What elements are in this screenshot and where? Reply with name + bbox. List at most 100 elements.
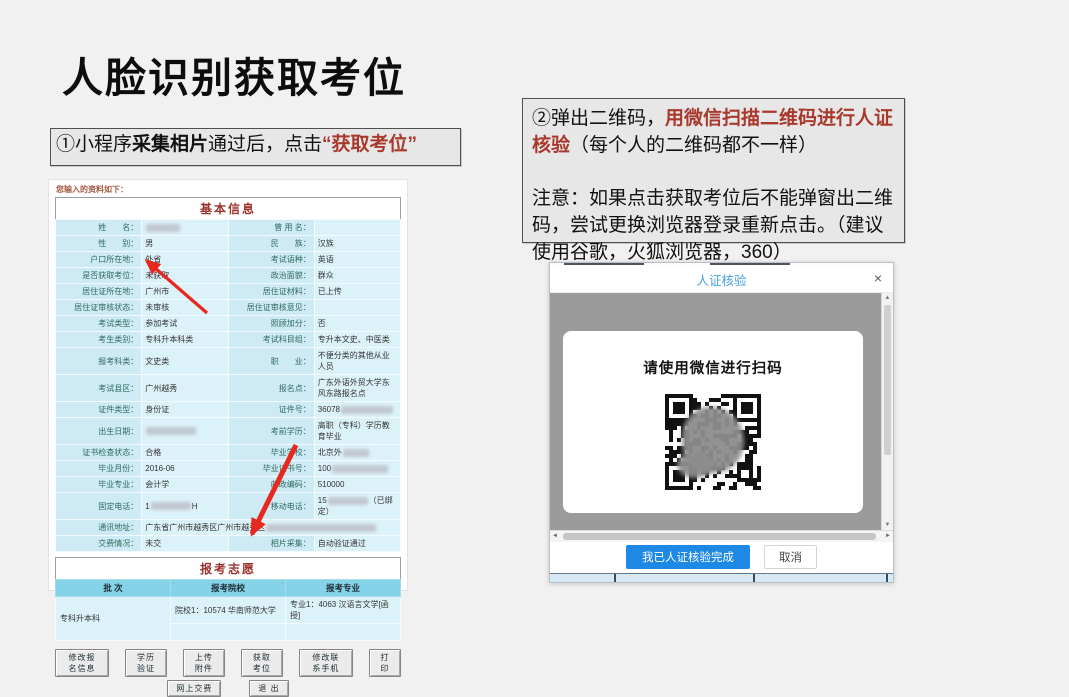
info-row: 居住证审核状态：未审核居住证审核意见： [56, 300, 401, 316]
field-value: 不便分类的其他从业人员 [314, 348, 400, 375]
online-payment-button[interactable]: 网上交费 [167, 680, 221, 697]
field-value [142, 220, 228, 236]
field-label: 考试类型： [56, 316, 142, 332]
exit-button[interactable]: 退 出 [249, 680, 288, 697]
field-value: 专升本文史、中医类 [314, 332, 400, 348]
field-label: 考试科目组： [228, 332, 314, 348]
field-label: 毕业月份： [56, 461, 142, 477]
field-value: 510000 [314, 477, 400, 493]
step1-text-2: 通过后，点击 [208, 134, 322, 155]
field-value: 广东外语外贸大学东风东路报名点 [314, 375, 400, 402]
horizontal-scrollbar[interactable]: ◄ ► [550, 530, 893, 542]
preferences-header-row: 批 次 报考院校 报考专业 [56, 580, 401, 597]
scroll-down-icon[interactable]: ▼ [882, 520, 893, 530]
field-label: 通讯地址： [56, 520, 142, 536]
field-value: 高职（专科）学历教育毕业 [314, 418, 400, 445]
step1-instruction: ①小程序采集相片通过后，点击“获取考位” [50, 128, 461, 166]
redacted-value [343, 449, 369, 457]
cancel-button[interactable]: 取消 [764, 545, 817, 569]
basic-info-title: 基本信息 [56, 198, 401, 220]
vertical-scroll-thumb[interactable] [884, 305, 891, 455]
field-label: 居住证审核状态： [56, 300, 142, 316]
field-label: 考试县区： [56, 375, 142, 402]
field-value: 外省 [142, 252, 228, 268]
column-header-batch: 批 次 [56, 580, 171, 597]
field-value: 否 [314, 316, 400, 332]
scroll-right-icon[interactable]: ► [885, 531, 891, 542]
field-value: 1H [142, 493, 228, 520]
field-value: 英语 [314, 252, 400, 268]
redacted-value [146, 427, 196, 435]
scroll-up-icon[interactable]: ▲ [882, 293, 893, 303]
field-value: 文史类 [142, 348, 228, 375]
field-value [142, 418, 228, 445]
step2-line: ②弹出二维码，用微信扫描二维码进行人证核验（每个人的二维码都不一样） [532, 106, 895, 160]
info-row: 出生日期：考前学历：高职（专科）学历教育毕业 [56, 418, 401, 445]
slide: 人脸识别获取考位 ①小程序采集相片通过后，点击“获取考位” ②弹出二维码，用微信… [0, 0, 1069, 593]
field-label: 证件号： [228, 402, 314, 418]
verification-complete-button[interactable]: 我已人证核验完成 [626, 545, 750, 569]
field-value: 群众 [314, 268, 400, 284]
field-value: 参加考试 [142, 316, 228, 332]
form-buttons-row1: 修改报名信息学历验证上传附件获取考位修改联系手机打 印 [55, 649, 401, 677]
redacted-value [332, 465, 388, 473]
field-label: 居住证材料： [228, 284, 314, 300]
field-value: 15（已绑定） [314, 493, 400, 520]
field-value: 自动验证通过 [314, 536, 400, 552]
degree-verify-button[interactable]: 学历验证 [125, 649, 167, 677]
horizontal-scroll-thumb[interactable] [563, 533, 876, 540]
info-row: 固定电话：1H移动电话：15（已绑定） [56, 493, 401, 520]
field-label: 居住证审核意见： [228, 300, 314, 316]
get-exam-seat-button[interactable]: 获取考位 [241, 649, 283, 677]
redacted-value [328, 497, 368, 505]
print-button[interactable]: 打 印 [369, 649, 401, 677]
field-value: 未交 [142, 536, 228, 552]
info-row: 是否获取考位：未获取政治面貌：群众 [56, 268, 401, 284]
field-label: 移动电话： [228, 493, 314, 520]
info-row: 证件类型：身份证证件号：36078 [56, 402, 401, 418]
redacted-value [146, 224, 180, 232]
field-label: 曾 用 名： [228, 220, 314, 236]
scroll-left-icon[interactable]: ◄ [552, 531, 558, 542]
step1-text: ①小程序 [56, 134, 132, 155]
field-label: 毕业学校： [228, 445, 314, 461]
field-value: 未获取 [142, 268, 228, 284]
form-intro-text: 您输入的资料如下： [56, 184, 401, 195]
field-label: 姓 名： [56, 220, 142, 236]
modify-phone-button[interactable]: 修改联系手机 [299, 649, 353, 677]
step2-note: 注意：如果点击获取考位后不能弹窗出二维码，尝试更换浏览器登录重新点击。（建议使用… [532, 186, 895, 267]
info-row: 交费情况：未交相片采集：自动验证通过 [56, 536, 401, 552]
vertical-scrollbar[interactable]: ▲ ▼ [881, 293, 893, 530]
field-label: 报名点： [228, 375, 314, 402]
upload-attachment-button[interactable]: 上传附件 [183, 649, 225, 677]
close-icon[interactable]: × [874, 269, 882, 287]
field-label: 固定电话： [56, 493, 142, 520]
field-label: 考生类别： [56, 332, 142, 348]
field-label: 相片采集： [228, 536, 314, 552]
info-row: 证书检查状态：合格毕业学校：北京外 [56, 445, 401, 461]
field-label: 户口所在地： [56, 252, 142, 268]
info-row: 考生类别：专科升本科类考试科目组：专升本文史、中医类 [56, 332, 401, 348]
info-row: 考试县区：广州越秀报名点：广东外语外贸大学东风东路报名点 [56, 375, 401, 402]
field-label: 毕业证书号： [228, 461, 314, 477]
college-empty-cell [171, 624, 286, 641]
modify-registration-button[interactable]: 修改报名信息 [55, 649, 109, 677]
field-value: 身份证 [142, 402, 228, 418]
step2-text-2: （每个人的二维码都不一样） [570, 135, 817, 156]
field-value: 2016-06 [142, 461, 228, 477]
major-value: 专业1：4063 汉语言文学[函授] [286, 597, 401, 624]
step2-text: ②弹出二维码， [532, 108, 665, 129]
major-empty-cell [286, 624, 401, 641]
info-row: 性 别：男民 族：汉族 [56, 236, 401, 252]
field-value: 未审核 [142, 300, 228, 316]
field-value: 已上传 [314, 284, 400, 300]
registration-form-screenshot: 您输入的资料如下： 基本信息 姓 名： 曾 用 名：性 别：男民 族：汉族户口所在… [48, 179, 408, 591]
preferences-row: 专科升本科 院校1：10574 华南师范大学 专业1：4063 汉语言文学[函授… [56, 597, 401, 624]
field-value [314, 220, 400, 236]
redacted-value [266, 524, 376, 532]
info-row: 户口所在地：外省考试语种：英语 [56, 252, 401, 268]
verification-dialog-screenshot: 人证核验 × 请使用微信进行扫码 ▲ ▼ ◄ ► 我已 [549, 262, 894, 583]
dialog-titlebar: 人证核验 × [550, 266, 893, 293]
field-value: 100 [314, 461, 400, 477]
info-row: 报考科类：文史类职 业：不便分类的其他从业人员 [56, 348, 401, 375]
